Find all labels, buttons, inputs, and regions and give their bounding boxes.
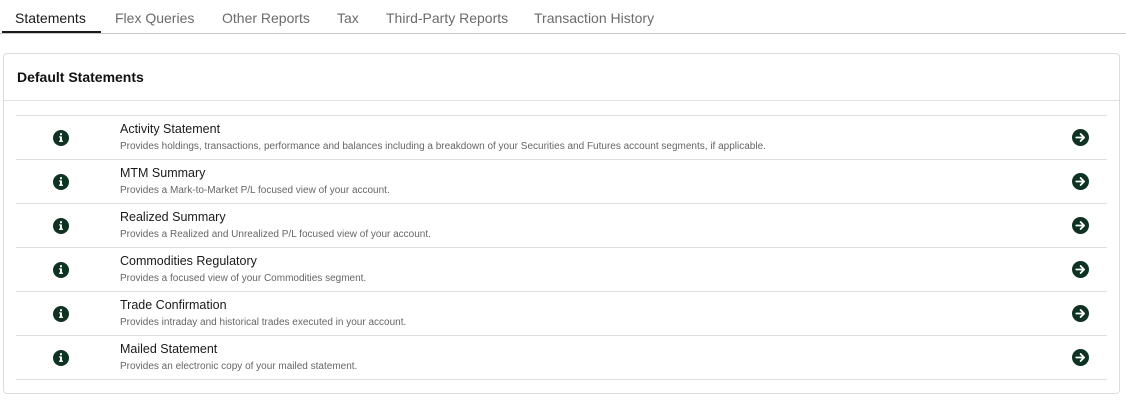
statement-title: Trade Confirmation bbox=[120, 298, 227, 312]
arrow-right-circle-icon[interactable] bbox=[1072, 129, 1089, 146]
statement-row-mtm-summary[interactable]: MTM Summary Provides a Mark-to-Market P/… bbox=[16, 159, 1107, 203]
arrow-right-circle-icon[interactable] bbox=[1072, 217, 1089, 234]
statement-description: Provides an electronic copy of your mail… bbox=[120, 361, 358, 372]
statement-row-activity[interactable]: Activity Statement Provides holdings, tr… bbox=[16, 115, 1107, 159]
arrow-right-circle-icon[interactable] bbox=[1072, 173, 1089, 190]
statement-title: Activity Statement bbox=[120, 122, 221, 136]
statements-list: Activity Statement Provides holdings, tr… bbox=[16, 115, 1107, 380]
info-icon[interactable] bbox=[53, 262, 69, 278]
tab-other-reports[interactable]: Other Reports bbox=[222, 10, 310, 26]
info-icon[interactable] bbox=[53, 218, 69, 234]
panel-divider bbox=[4, 100, 1119, 101]
active-tab-indicator bbox=[2, 31, 101, 33]
statement-title: Mailed Statement bbox=[120, 342, 218, 356]
info-icon[interactable] bbox=[53, 174, 69, 190]
tab-third-party-reports[interactable]: Third-Party Reports bbox=[386, 10, 508, 26]
statement-title: MTM Summary bbox=[120, 166, 206, 180]
report-tabs: Statements Flex Queries Other Reports Ta… bbox=[0, 0, 1126, 34]
tab-transaction-history[interactable]: Transaction History bbox=[534, 10, 654, 26]
panel-title: Default Statements bbox=[17, 69, 144, 85]
statement-description: Provides holdings, transactions, perform… bbox=[120, 141, 766, 152]
arrow-right-circle-icon[interactable] bbox=[1072, 349, 1089, 366]
arrow-right-circle-icon[interactable] bbox=[1072, 305, 1089, 322]
arrow-right-circle-icon[interactable] bbox=[1072, 261, 1089, 278]
tab-tax[interactable]: Tax bbox=[337, 10, 359, 26]
info-icon[interactable] bbox=[53, 130, 69, 146]
statement-title: Commodities Regulatory bbox=[120, 254, 257, 268]
statement-row-mailed-statement[interactable]: Mailed Statement Provides an electronic … bbox=[16, 335, 1107, 380]
statement-description: Provides a Mark-to-Market P/L focused vi… bbox=[120, 185, 390, 196]
statement-row-commodities-regulatory[interactable]: Commodities Regulatory Provides a focuse… bbox=[16, 247, 1107, 291]
statement-title: Realized Summary bbox=[120, 210, 226, 224]
tab-statements[interactable]: Statements bbox=[15, 10, 86, 26]
statement-description: Provides a focused view of your Commodit… bbox=[120, 273, 367, 284]
info-icon[interactable] bbox=[53, 350, 69, 366]
statement-row-realized-summary[interactable]: Realized Summary Provides a Realized and… bbox=[16, 203, 1107, 247]
statement-description: Provides intraday and historical trades … bbox=[120, 317, 407, 328]
info-icon[interactable] bbox=[53, 306, 69, 322]
tab-flex-queries[interactable]: Flex Queries bbox=[115, 10, 194, 26]
statement-description: Provides a Realized and Unrealized P/L f… bbox=[120, 229, 431, 240]
statement-row-trade-confirmation[interactable]: Trade Confirmation Provides intraday and… bbox=[16, 291, 1107, 335]
